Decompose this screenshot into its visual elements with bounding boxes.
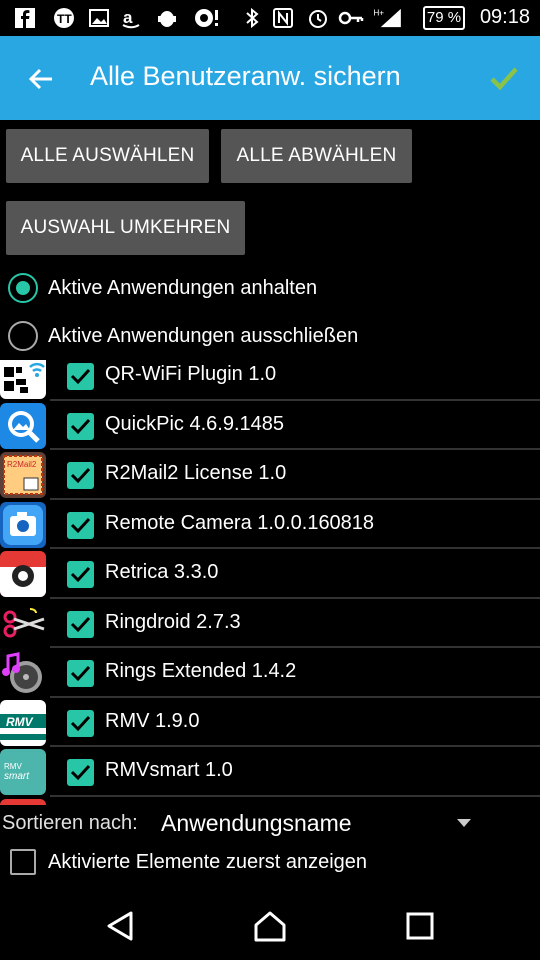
list-item[interactable]: Rings Extended 1.4.2 [0,648,540,698]
app-label: QR-WiFi Plugin 1.0 [105,363,277,385]
svg-text:R2Mail2: R2Mail2 [7,460,37,469]
rmvsmart-icon: RMV smart [0,749,46,795]
nfc-icon [273,8,293,28]
rmv-icon: RMV [0,699,46,746]
key-icon [338,11,364,25]
sort-dropdown[interactable]: Anwendungsname [161,810,352,837]
ringdroid-icon [0,600,46,647]
app-checkbox[interactable] [67,412,94,440]
partial-app-icon [0,798,46,805]
android-debug-icon [158,11,176,27]
radio-pause-active[interactable]: Aktive Anwendungen anhalten [8,273,317,303]
image-icon [89,9,109,27]
signal-icon: H+ [373,8,401,28]
radio-exclude-active[interactable]: Aktive Anwendungen ausschließen [8,321,358,351]
check-icon[interactable] [488,62,520,94]
list-item[interactable]: Remote Camera 1.0.0.160818 [0,500,540,549]
checkbox-label: Aktivierte Elemente zuerst anzeigen [48,850,368,873]
show-active-first-checkbox[interactable]: Aktivierte Elemente zuerst anzeigen [10,849,367,875]
list-item[interactable]: RMV RMV 1.9.0 [0,698,540,747]
svg-text:smart: smart [4,771,30,782]
bluetooth-icon [246,7,259,29]
app-label: Retrica 3.3.0 [105,561,219,583]
r2mail2-icon: R2Mail2 [0,452,46,498]
list-item[interactable]: Retrica 3.3.0 [0,549,540,599]
app-label: Remote Camera 1.0.0.160818 [105,511,375,534]
app-checkbox[interactable] [67,462,94,489]
list-item[interactable]: RMV smart RMVsmart 1.0 [0,747,540,797]
svg-text:a: a [123,8,133,27]
clock: 09:18 [479,6,530,28]
radio-label: Aktive Anwendungen ausschließen [48,324,359,347]
app-label: RMVsmart 1.0 [105,759,233,781]
radio-label: Aktive Anwendungen anhalten [48,276,318,299]
app-checkbox[interactable] [67,511,94,539]
invert-selection-button[interactable]: AUSWAHL UMKEHREN [6,201,245,255]
amazon-icon: a [122,8,140,29]
checkbox-unchecked[interactable] [10,849,36,875]
svg-text:RMV: RMV [6,715,34,729]
app-checkbox[interactable] [67,709,94,737]
app-label: R2Mail2 License 1.0 [105,462,287,484]
nav-recents-icon[interactable] [406,912,434,940]
list-item[interactable]: QR-WiFi Plugin 1.0 [0,360,540,401]
list-item-partial[interactable] [0,797,540,805]
list-item[interactable]: Ringdroid 2.7.3 [0,599,540,648]
battery-indicator: 79 % [423,6,465,30]
list-item[interactable]: QuickPic 4.6.9.1485 [0,401,540,450]
radio-button[interactable] [8,321,38,351]
app-checkbox[interactable] [67,363,94,390]
sort-label: Sortieren nach: [2,812,138,834]
status-bar: TT a H+ 79 % 09:18 [0,0,540,36]
app-checkbox[interactable] [67,561,94,588]
app-label: RMV 1.9.0 [105,709,200,732]
radio-button-selected[interactable] [8,273,38,303]
chevron-down-icon[interactable] [457,819,471,827]
app-label: Rings Extended 1.4.2 [105,660,297,682]
app-label: Ringdroid 2.7.3 [105,610,241,633]
svg-text:RMV: RMV [4,762,22,771]
nav-back-icon[interactable] [105,910,135,942]
facebook-icon [15,8,35,28]
nav-home-icon[interactable] [253,910,287,942]
list-item[interactable]: R2Mail2 R2Mail2 License 1.0 [0,450,540,500]
arrow-back-icon[interactable] [26,64,56,94]
retrica-icon [0,551,46,597]
app-notification-icon [195,9,218,27]
tt-icon: TT [54,8,74,28]
remote-camera-icon [0,501,46,548]
quickpic-icon [0,402,46,449]
app-list[interactable]: QR-WiFi Plugin 1.0 QuickPic 4.6.9.1485 R… [0,360,540,805]
select-all-button[interactable]: ALLE AUSWÄHLEN [6,129,209,183]
svg-text:TT: TT [57,12,72,26]
app-label: QuickPic 4.6.9.1485 [105,412,284,435]
app-checkbox[interactable] [67,610,94,638]
alarm-icon [309,10,327,28]
rings-extended-icon [0,650,46,696]
app-bar: Alle Benutzeranw. sichern [0,36,540,120]
app-checkbox[interactable] [67,660,94,687]
qr-wifi-icon [0,360,46,399]
page-title: Alle Benutzeranw. sichern [90,61,401,91]
deselect-all-button[interactable]: ALLE ABWÄHLEN [221,129,412,183]
svg-text:H+: H+ [373,8,384,17]
app-checkbox[interactable] [67,759,94,786]
navigation-bar [0,888,540,960]
